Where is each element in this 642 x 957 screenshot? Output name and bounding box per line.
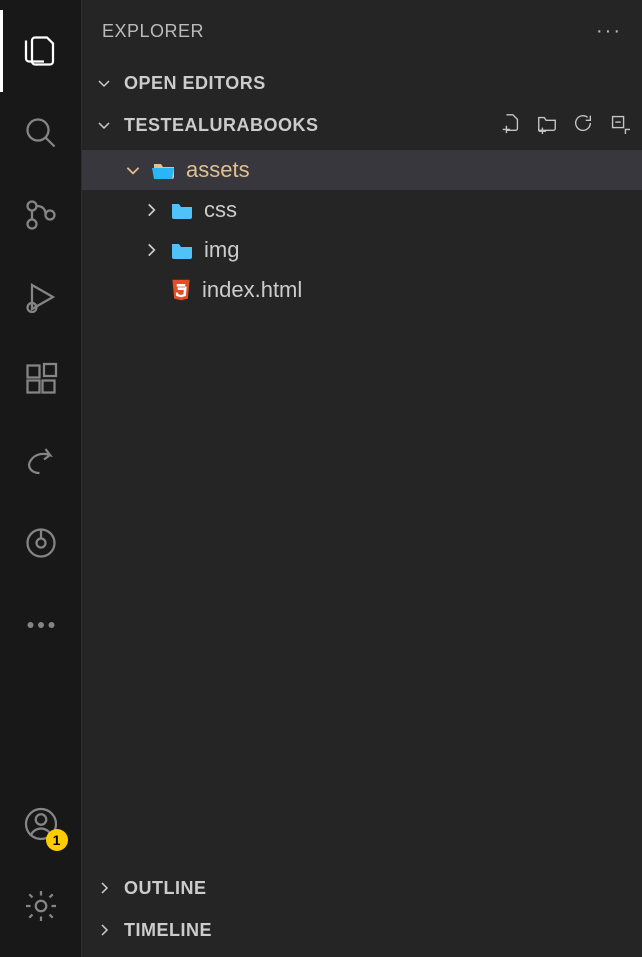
gear-icon (23, 888, 59, 924)
source-control-icon (23, 197, 59, 233)
chevron-right-icon (94, 880, 114, 896)
folder-label: assets (186, 157, 250, 183)
account-badge: 1 (46, 829, 68, 851)
folder-label: css (204, 197, 237, 223)
folder-icon (170, 200, 194, 220)
chevron-right-icon (142, 241, 160, 259)
file-index-html[interactable]: index.html (82, 270, 642, 310)
folder-open-icon (152, 160, 176, 180)
search-tab[interactable] (0, 92, 82, 174)
extensions-icon (23, 361, 59, 397)
explorer-tab[interactable] (0, 10, 82, 92)
new-file-icon (500, 112, 522, 134)
outline-label: OUTLINE (124, 878, 207, 899)
workspace-section[interactable]: TESTEALURABOOKS (82, 104, 642, 146)
accounts-button[interactable]: 1 (0, 783, 82, 865)
share-icon (23, 443, 59, 479)
open-editors-label: OPEN EDITORS (124, 73, 266, 94)
new-folder-button[interactable] (536, 112, 558, 139)
chevron-right-icon (142, 201, 160, 219)
refresh-button[interactable] (572, 112, 594, 139)
chevron-down-icon (94, 75, 114, 91)
run-debug-tab[interactable] (0, 256, 82, 338)
panel-title: EXPLORER (102, 21, 204, 42)
chevron-down-icon (124, 161, 142, 179)
file-label: index.html (202, 277, 302, 303)
run-debug-icon (23, 279, 59, 315)
folder-assets[interactable]: assets (82, 150, 642, 190)
folder-img[interactable]: img (82, 230, 642, 270)
new-file-button[interactable] (500, 112, 522, 139)
live-share-tab[interactable] (0, 420, 82, 502)
panel-more-button[interactable]: ··· (596, 20, 622, 43)
activity-bar: 1 (0, 0, 82, 957)
outline-section[interactable]: OUTLINE (82, 867, 642, 909)
file-tree: assets css img (82, 146, 642, 867)
more-tab[interactable] (0, 584, 82, 666)
html-file-icon (170, 278, 192, 302)
extensions-tab[interactable] (0, 338, 82, 420)
gitlens-icon (23, 525, 59, 561)
source-control-tab[interactable] (0, 174, 82, 256)
timeline-section[interactable]: TIMELINE (82, 909, 642, 951)
open-editors-section[interactable]: OPEN EDITORS (82, 62, 642, 104)
panel-header: EXPLORER ··· (82, 0, 642, 62)
search-icon (23, 115, 59, 151)
bottom-sections: OUTLINE TIMELINE (82, 867, 642, 957)
workspace-name: TESTEALURABOOKS (124, 115, 319, 136)
gitlens-tab[interactable] (0, 502, 82, 584)
activity-bottom: 1 (0, 783, 82, 947)
folder-css[interactable]: css (82, 190, 642, 230)
files-icon (23, 33, 59, 69)
ellipsis-icon (23, 607, 59, 643)
settings-button[interactable] (0, 865, 82, 947)
timeline-label: TIMELINE (124, 920, 212, 941)
collapse-all-button[interactable] (608, 112, 630, 139)
folder-icon (170, 240, 194, 260)
chevron-down-icon (94, 117, 114, 133)
explorer-panel: EXPLORER ··· OPEN EDITORS TESTEALURABOOK… (82, 0, 642, 957)
collapse-all-icon (608, 112, 630, 134)
workspace-actions (500, 112, 630, 139)
folder-label: img (204, 237, 239, 263)
new-folder-icon (536, 112, 558, 134)
chevron-right-icon (94, 922, 114, 938)
refresh-icon (572, 112, 594, 134)
